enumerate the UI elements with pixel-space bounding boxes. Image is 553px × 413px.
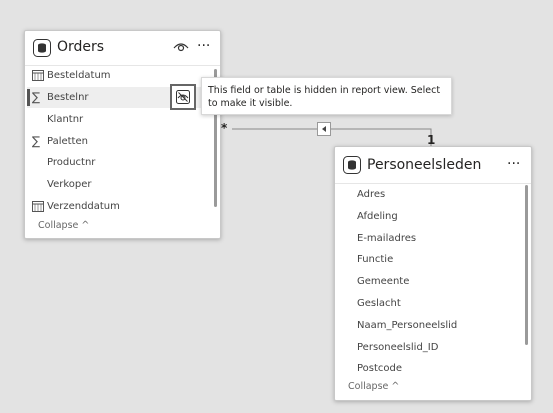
one-cardinality-label: 1 — [427, 133, 436, 147]
field-label: Postcode — [357, 363, 403, 374]
field-klantnr[interactable]: Klantnr — [27, 109, 207, 130]
table-icon — [33, 39, 51, 57]
field-personeelslid-id[interactable]: Personeelslid_ID — [337, 337, 517, 358]
personeelsleden-title: Personeelsleden — [367, 157, 482, 173]
field-afdeling[interactable]: Afdeling — [337, 206, 517, 227]
eye-hidden-icon — [176, 90, 190, 104]
field-adres[interactable]: Adres — [337, 184, 517, 205]
orders-title: Orders — [57, 39, 105, 55]
scrollbar[interactable] — [525, 185, 528, 345]
many-cardinality-label: * — [221, 121, 228, 135]
field-geslacht[interactable]: Geslacht — [337, 293, 517, 314]
field-label: Personeelslid_ID — [357, 342, 439, 353]
field-label: Naam_Personeelslid — [357, 320, 458, 331]
sigma-icon: ∑ — [32, 134, 41, 148]
field-label: Besteldatum — [47, 70, 111, 81]
field-e-mailadres[interactable]: E-mailadres — [337, 228, 517, 249]
more-options-icon[interactable]: ··· — [197, 38, 210, 54]
personeelsleden-header: Personeelsleden ··· — [335, 147, 531, 184]
field-label: E-mailadres — [357, 233, 417, 244]
field-label: Paletten — [47, 136, 88, 147]
field-label: Adres — [357, 189, 386, 200]
field-productnr[interactable]: Productnr — [27, 152, 207, 173]
eye-icon[interactable] — [173, 41, 189, 53]
field-label: Functie — [357, 254, 394, 265]
field-label: Gemeente — [357, 276, 410, 287]
hidden-field-tooltip: This field or table is hidden in report … — [201, 77, 452, 115]
field-functie[interactable]: Functie — [337, 249, 517, 270]
personeelsleden-table-card[interactable]: Personeelsleden ··· Adres Afdeling E-mai… — [334, 146, 532, 401]
calendar-icon — [32, 70, 44, 81]
field-verkoper[interactable]: Verkoper — [27, 174, 207, 195]
field-label: Bestelnr — [47, 92, 89, 103]
field-paletten[interactable]: ∑ Paletten — [27, 131, 207, 152]
field-label: Productnr — [47, 157, 96, 168]
hidden-field-toggle-button[interactable] — [170, 84, 196, 110]
orders-header: Orders ··· — [25, 31, 220, 66]
field-label: Afdeling — [357, 211, 398, 222]
field-label: Klantnr — [47, 114, 84, 125]
field-postcode[interactable]: Postcode — [337, 358, 517, 379]
collapse-button[interactable]: Collapse ^ — [38, 220, 89, 231]
orders-table-card[interactable]: Orders ··· Besteldatum ∑ Bestelnr Klantn… — [24, 30, 221, 239]
field-label: Verzenddatum — [47, 201, 120, 212]
more-options-icon[interactable]: ··· — [507, 156, 520, 172]
calendar-icon — [32, 201, 44, 212]
field-verzenddatum[interactable]: Verzenddatum — [27, 196, 207, 217]
field-label: Geslacht — [357, 298, 401, 309]
field-naam-personeelslid[interactable]: Naam_Personeelslid — [337, 315, 517, 336]
collapse-button[interactable]: Collapse ^ — [348, 381, 399, 392]
tooltip-text: This field or table is hidden in report … — [208, 85, 441, 109]
table-icon — [343, 156, 361, 174]
field-gemeente[interactable]: Gemeente — [337, 271, 517, 292]
field-besteldatum[interactable]: Besteldatum — [27, 65, 207, 86]
sigma-icon: ∑ — [32, 90, 41, 104]
filter-direction-arrow[interactable] — [317, 122, 331, 136]
field-label: Verkoper — [47, 179, 92, 190]
